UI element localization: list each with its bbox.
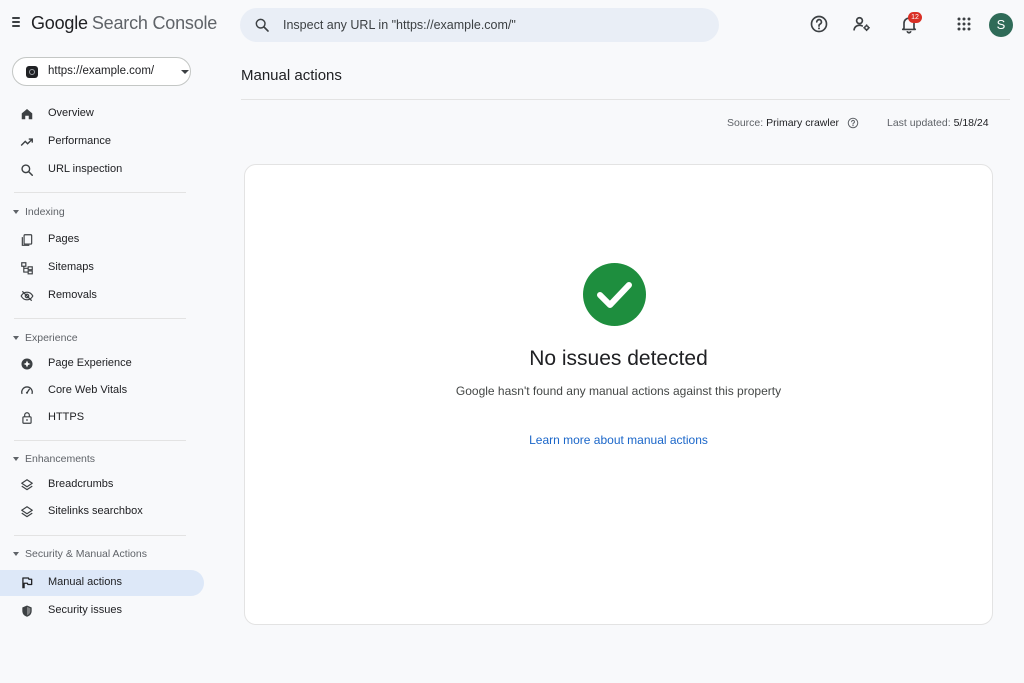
property-label: https://example.com/ — [48, 65, 155, 77]
sidebar-section-label: Security & Manual Actions — [25, 548, 147, 560]
sidebar-section-security-manual-actions[interactable]: Security & Manual Actions — [0, 544, 204, 564]
sidebar-item-label: HTTPS — [48, 411, 85, 423]
top-bar: GoogleSearch Console 12 S — [0, 0, 1024, 50]
source-value: Primary crawler — [766, 117, 840, 129]
sitemap-icon — [21, 262, 33, 275]
site-favicon-icon — [26, 66, 38, 78]
sidebar-item-sitemaps[interactable]: Sitemaps — [0, 255, 204, 281]
lock-icon — [22, 412, 32, 424]
shield-icon — [22, 605, 32, 617]
caret-down-icon — [13, 552, 19, 556]
source-label: Source: — [727, 117, 764, 129]
sidebar-item-label: Security issues — [48, 604, 122, 616]
sidebar-item-label: Sitemaps — [48, 261, 94, 273]
home-icon — [21, 109, 33, 120]
sidebar-section-label: Experience — [25, 332, 78, 344]
layers-icon — [21, 506, 33, 518]
pages-icon — [21, 234, 33, 246]
sidebar-section-enhancements[interactable]: Enhancements — [0, 449, 204, 469]
sidebar-item-pages[interactable]: Pages — [0, 227, 204, 253]
caret-down-icon — [13, 457, 19, 461]
help-icon[interactable] — [809, 14, 829, 34]
learn-more-link[interactable]: Learn more about manual actions — [245, 433, 992, 447]
sidebar-item-label: Core Web Vitals — [48, 384, 128, 396]
sidebar-item-label: Pages — [48, 233, 80, 245]
sidebar-item-label: Overview — [48, 107, 94, 119]
gauge-icon — [21, 386, 33, 395]
experience-icon — [21, 358, 33, 370]
sidebar-item-label: Sitelinks searchbox — [48, 505, 143, 517]
sidebar-item-overview[interactable]: Overview — [0, 101, 204, 127]
status-title: No issues detected — [529, 347, 708, 370]
caret-down-icon — [13, 210, 19, 214]
sidebar-item-label: Manual actions — [48, 576, 122, 588]
status-card: No issues detected Google hasn't found a… — [244, 164, 993, 625]
sidebar-item-label: URL inspection — [48, 163, 123, 175]
status-subtitle: Google hasn't found any manual actions a… — [455, 384, 782, 398]
caret-down-icon — [13, 336, 19, 340]
google-logo-text: Google — [31, 13, 88, 33]
search-icon — [21, 164, 34, 177]
sidebar-item-url-inspection[interactable]: URL inspection — [0, 157, 204, 183]
property-selector[interactable]: https://example.com/ — [12, 57, 191, 86]
sidebar-item-label: Page Experience — [48, 357, 132, 369]
sidebar-divider — [14, 318, 186, 319]
chevron-down-icon — [181, 70, 189, 74]
sidebar-divider — [14, 535, 186, 536]
title-divider — [241, 99, 1010, 100]
sidebar-item-removals[interactable]: Removals — [0, 283, 204, 309]
sidebar-item-https[interactable]: HTTPS — [0, 405, 204, 431]
flag-icon — [22, 577, 33, 589]
url-inspect-search[interactable] — [240, 8, 719, 42]
search-icon — [255, 18, 269, 32]
menu-icon[interactable] — [10, 15, 26, 33]
sidebar-item-core-web-vitals[interactable]: Core Web Vitals — [0, 378, 204, 404]
sidebar-divider — [14, 440, 186, 441]
check-circle-icon — [583, 263, 646, 326]
search-input[interactable] — [283, 8, 703, 42]
sidebar-item-page-experience[interactable]: Page Experience — [0, 351, 204, 377]
user-settings-icon[interactable] — [852, 14, 872, 34]
product-logo[interactable]: Google Search Console — [31, 13, 217, 34]
sidebar-item-label: Removals — [48, 289, 97, 301]
notification-badge: 12 — [908, 12, 922, 23]
sidebar-section-label: Enhancements — [25, 453, 96, 465]
sidebar-item-label: Breadcrumbs — [48, 478, 114, 490]
sidebar-item-performance[interactable]: Performance — [0, 129, 204, 155]
sidebar-section-indexing[interactable]: Indexing — [0, 202, 204, 222]
page-title: Manual actions — [241, 67, 342, 84]
sidebar-divider — [14, 192, 186, 193]
trending-up-icon — [20, 138, 33, 146]
last-updated-value: 5/18/24 — [953, 117, 989, 129]
avatar[interactable]: S — [989, 13, 1013, 37]
sidebar-item-sitelinks-searchbox[interactable]: Sitelinks searchbox — [0, 499, 204, 525]
sidebar-item-label: Performance — [48, 135, 111, 147]
layers-icon — [21, 479, 33, 491]
eye-off-icon — [20, 290, 34, 302]
source-info: Source: Primary crawler — [727, 117, 839, 129]
product-name: Search Console — [91, 13, 218, 33]
apps-grid-icon[interactable] — [954, 14, 974, 34]
sidebar-item-security-issues[interactable]: Security issues — [0, 598, 204, 624]
sidebar-item-breadcrumbs[interactable]: Breadcrumbs — [0, 472, 204, 498]
sidebar-item-manual-actions[interactable]: Manual actions — [0, 570, 204, 596]
checkmark-icon — [597, 282, 632, 308]
last-updated-info: Last updated: 5/18/24 — [887, 117, 989, 129]
sidebar-section-experience[interactable]: Experience — [0, 328, 204, 348]
last-updated-label: Last updated: — [887, 117, 951, 129]
help-icon[interactable] — [847, 117, 859, 129]
sidebar-section-label: Indexing — [25, 206, 65, 218]
